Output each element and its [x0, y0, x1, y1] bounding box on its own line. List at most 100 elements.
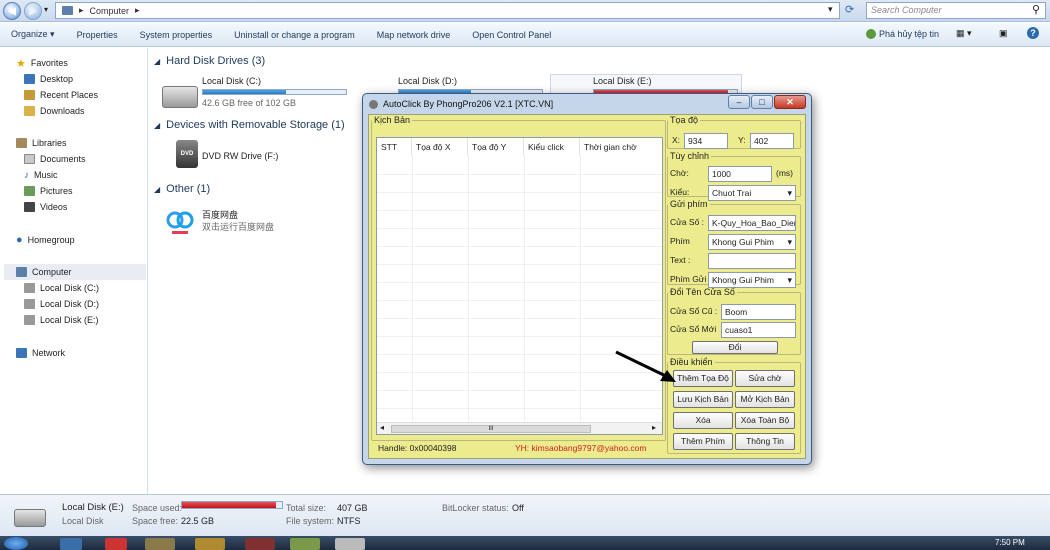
- scroll-right-icon[interactable]: ▸: [652, 423, 656, 432]
- col-y[interactable]: Tọa độ Y: [468, 138, 524, 156]
- address-dropdown-icon[interactable]: ▾: [828, 4, 833, 15]
- new-window-field[interactable]: cuaso1: [721, 322, 796, 338]
- properties-button[interactable]: Properties: [66, 30, 129, 40]
- open-script-button[interactable]: Mở Kịch Bản: [735, 391, 795, 408]
- maximize-button[interactable]: □: [751, 95, 773, 109]
- drive-c-name: Local Disk (C:): [202, 76, 262, 86]
- delete-button[interactable]: Xóa: [673, 412, 733, 429]
- network-icon: [16, 348, 27, 358]
- breadcrumb-computer[interactable]: Computer: [90, 6, 130, 16]
- file-system-label: File system:: [286, 516, 335, 526]
- custom-group-label: Tùy chỉnh: [670, 151, 710, 161]
- script-table[interactable]: STT Tọa độ X Tọa độ Y Kiểu click Thời gi…: [376, 137, 663, 435]
- map-network-drive-button[interactable]: Map network drive: [366, 30, 462, 40]
- bitlocker-label: BitLocker status:: [442, 503, 509, 513]
- group-hard-disks[interactable]: ◢ Hard Disk Drives (3): [154, 55, 265, 67]
- nav-pictures[interactable]: Pictures: [24, 184, 73, 198]
- add-key-button[interactable]: Thêm Phím: [673, 433, 733, 450]
- nav-downloads[interactable]: Downloads: [24, 104, 85, 118]
- recent-pages-chevron-icon[interactable]: ▾: [44, 5, 48, 14]
- taskbar-app-icon[interactable]: [60, 538, 82, 550]
- nav-libraries[interactable]: Libraries: [16, 136, 67, 150]
- taskbar-app-icon[interactable]: [245, 538, 275, 550]
- window-field[interactable]: K-Quy_Hoa_Bao_Dien: [708, 215, 796, 231]
- group-other[interactable]: ◢ Other (1): [154, 183, 210, 195]
- nav-disk-d[interactable]: Local Disk (D:): [24, 297, 99, 311]
- scroll-thumb[interactable]: III: [391, 425, 591, 433]
- edit-wait-button[interactable]: Sửa chờ: [735, 370, 795, 387]
- table-horizontal-scrollbar[interactable]: ◂ III ▸: [377, 422, 662, 434]
- system-properties-button[interactable]: System properties: [129, 30, 224, 40]
- computer-icon: [16, 267, 27, 277]
- back-button[interactable]: ◀: [3, 2, 21, 20]
- hard-disk-icon: [24, 283, 35, 293]
- breadcrumb-arrow-icon: ▸: [135, 5, 140, 15]
- taskbar-app-icon[interactable]: [290, 538, 320, 550]
- nav-desktop[interactable]: Desktop: [24, 72, 73, 86]
- nav-music[interactable]: ♪ Music: [24, 168, 58, 182]
- rename-button[interactable]: Đổi: [692, 341, 778, 354]
- search-input[interactable]: Search Computer: [866, 2, 1046, 19]
- preview-pane-icon[interactable]: ▣: [999, 28, 1008, 39]
- pictures-icon: [24, 186, 35, 196]
- nav-videos[interactable]: Videos: [24, 200, 67, 214]
- nav-network[interactable]: Network: [16, 346, 65, 360]
- col-wait-time[interactable]: Thời gian chờ: [580, 138, 662, 156]
- homegroup-icon: ●: [16, 234, 23, 246]
- scroll-left-icon[interactable]: ◂: [380, 423, 384, 432]
- nav-disk-e[interactable]: Local Disk (E:): [24, 313, 99, 327]
- nav-documents[interactable]: Documents: [24, 152, 86, 166]
- y-field[interactable]: 402: [750, 133, 794, 149]
- organize-button[interactable]: Organize ▾: [0, 29, 66, 40]
- total-size-value: 407 GB: [337, 503, 368, 513]
- text-field[interactable]: [708, 253, 796, 269]
- close-button[interactable]: ✕: [774, 95, 806, 109]
- delete-all-button[interactable]: Xóa Toàn Bộ: [735, 412, 795, 429]
- wait-unit: (ms): [776, 168, 793, 178]
- refresh-icon[interactable]: ⟳: [845, 3, 854, 16]
- coord-group-label: Tọa độ: [670, 115, 699, 125]
- taskbar-app-icon[interactable]: [145, 538, 175, 550]
- search-icon[interactable]: ⚲: [1032, 3, 1040, 16]
- wait-field[interactable]: 1000: [708, 166, 772, 182]
- bitlocker-value: Off: [512, 503, 524, 513]
- nav-computer[interactable]: Computer: [4, 264, 146, 280]
- navigation-pane: ★ Favorites Desktop Recent Places Downloa…: [0, 48, 148, 494]
- dvd-drive-icon: DVD: [176, 140, 198, 168]
- open-control-panel-button[interactable]: Open Control Panel: [461, 30, 562, 40]
- group-removable[interactable]: ◢ Devices with Removable Storage (1): [154, 119, 345, 131]
- col-click-type[interactable]: Kiểu click: [524, 138, 580, 156]
- help-icon[interactable]: ?: [1027, 27, 1039, 39]
- view-options-icon[interactable]: ▦ ▾: [956, 28, 972, 39]
- info-button[interactable]: Thông Tin: [735, 433, 795, 450]
- shred-file-button[interactable]: Phá hủy tệp tin: [866, 29, 939, 39]
- expand-icon: ◢: [154, 120, 161, 130]
- add-coord-button[interactable]: Thêm Tọa Độ: [673, 370, 733, 387]
- nav-disk-c[interactable]: Local Disk (C:): [24, 281, 99, 295]
- send-keys-group: Gửi phím Cửa Số : K-Quy_Hoa_Bao_Dien Phí…: [667, 199, 801, 288]
- nav-homegroup[interactable]: ● Homegroup: [16, 233, 75, 247]
- taskbar-app-icon[interactable]: [195, 538, 225, 550]
- key-select[interactable]: Khong Gui Phim: [708, 234, 796, 250]
- send-key-select[interactable]: Khong Gui Phim: [708, 272, 796, 288]
- col-x[interactable]: Tọa độ X: [412, 138, 468, 156]
- wait-label: Chờ:: [670, 168, 689, 178]
- uninstall-button[interactable]: Uninstall or change a program: [223, 30, 366, 40]
- start-button[interactable]: [4, 537, 28, 550]
- nav-recent-places[interactable]: Recent Places: [24, 88, 98, 102]
- save-script-button[interactable]: Lưu Kịch Bản: [673, 391, 733, 408]
- text-label: Text :: [670, 255, 691, 265]
- old-window-field[interactable]: Boom: [721, 304, 796, 320]
- col-stt[interactable]: STT: [377, 138, 412, 156]
- x-field[interactable]: 934: [684, 133, 728, 149]
- x-label: X:: [672, 135, 681, 145]
- taskbar-clock[interactable]: 7:50 PM: [995, 538, 1025, 547]
- forward-button[interactable]: ▶: [24, 2, 42, 20]
- address-field[interactable]: ▸ Computer ▸: [55, 2, 840, 19]
- taskbar-app-icon[interactable]: [335, 538, 365, 550]
- hard-disk-icon: [14, 509, 46, 527]
- taskbar-app-icon[interactable]: [105, 538, 127, 550]
- contact-label: YH: kimsaobang9797@yahoo.com: [515, 443, 647, 453]
- minimize-button[interactable]: –: [728, 95, 750, 109]
- nav-favorites[interactable]: ★ Favorites: [16, 56, 68, 70]
